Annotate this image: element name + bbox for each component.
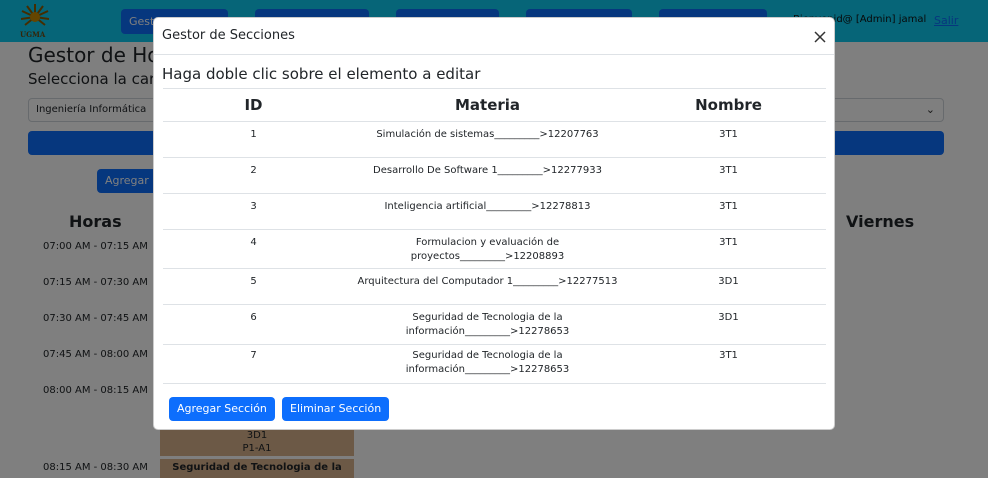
cell-nombre: 3T1 — [631, 344, 826, 384]
cell-materia: Seguridad de Tecnologia de la informació… — [344, 344, 631, 384]
cell-id: 6 — [163, 304, 344, 345]
table-row[interactable]: 3 Inteligencia artificial_________>12278… — [163, 193, 826, 230]
cell-id: 4 — [163, 229, 344, 269]
cell-nombre: 3T1 — [631, 157, 826, 194]
column-header-nombre: Nombre — [631, 88, 826, 122]
cell-id: 3 — [163, 193, 344, 230]
cell-materia: Formulacion y evaluación de proyectos___… — [344, 229, 631, 269]
edit-instruction: Haga doble clic sobre el elemento a edit… — [162, 65, 481, 83]
table-row[interactable]: 7 Seguridad de Tecnologia de la informac… — [163, 344, 826, 384]
cell-nombre: 3T1 — [631, 229, 826, 269]
modal-title: Gestor de Secciones — [162, 28, 295, 43]
sections-modal: Gestor de Secciones Haga doble clic sobr… — [153, 17, 835, 430]
table-row[interactable]: 5 Arquitectura del Computador 1_________… — [163, 268, 826, 305]
table-header-row: ID Materia Nombre — [163, 88, 826, 122]
modal-footer: Agregar Sección Eliminar Sección — [169, 397, 391, 421]
delete-section-button[interactable]: Eliminar Sección — [282, 397, 390, 421]
cell-id: 1 — [163, 121, 344, 158]
cell-materia: Inteligencia artificial_________>1227881… — [344, 193, 631, 230]
cell-nombre: 3D1 — [631, 268, 826, 305]
table-row[interactable]: 4 Formulacion y evaluación de proyectos_… — [163, 229, 826, 269]
close-button[interactable] — [811, 28, 829, 46]
cell-nombre: 3D1 — [631, 304, 826, 345]
cell-materia: Simulación de sistemas_________>12207763 — [344, 121, 631, 158]
cell-materia: Arquitectura del Computador 1_________>1… — [344, 268, 631, 305]
cell-nombre: 3T1 — [631, 121, 826, 158]
cell-materia: Desarrollo De Software 1_________>122779… — [344, 157, 631, 194]
table-row[interactable]: 6 Seguridad de Tecnologia de la informac… — [163, 304, 826, 345]
cell-id: 7 — [163, 344, 344, 384]
app-root: UGMA Gestor de Horarios Gestor de Seccio… — [0, 0, 988, 478]
sections-table: ID Materia Nombre 1 Simulación de sistem… — [163, 88, 826, 384]
close-icon — [814, 31, 826, 43]
column-header-id: ID — [163, 88, 344, 122]
column-header-materia: Materia — [344, 88, 631, 122]
modal-header: Gestor de Secciones — [154, 18, 834, 55]
table-row[interactable]: 2 Desarrollo De Software 1_________>1227… — [163, 157, 826, 194]
cell-nombre: 3T1 — [631, 193, 826, 230]
cell-id: 5 — [163, 268, 344, 305]
table-row[interactable]: 1 Simulación de sistemas_________>122077… — [163, 121, 826, 158]
sections-table-wrapper: ID Materia Nombre 1 Simulación de sistem… — [163, 88, 826, 384]
cell-materia: Seguridad de Tecnologia de la informació… — [344, 304, 631, 345]
cell-id: 2 — [163, 157, 344, 194]
add-section-button[interactable]: Agregar Sección — [169, 397, 275, 421]
